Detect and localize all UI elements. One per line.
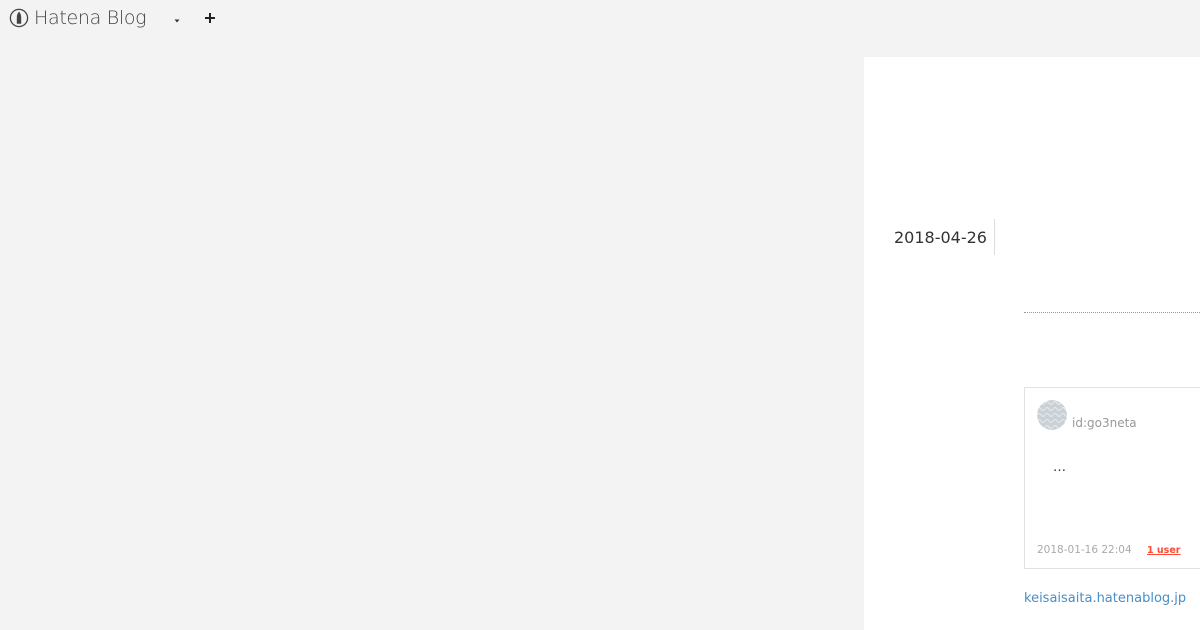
new-post-button[interactable] — [201, 9, 219, 27]
user-id[interactable]: id:go3neta — [1072, 416, 1137, 430]
entry-timestamp: 2018-01-16 22:04 — [1037, 544, 1132, 556]
top-bar: Hatena Blog — [0, 0, 1200, 38]
bookmark-count-link[interactable]: 1 user — [1147, 545, 1180, 556]
section-divider — [1024, 312, 1200, 313]
caret-down-icon — [173, 9, 181, 28]
hatena-blog-logo-icon — [9, 8, 29, 28]
avatar — [1037, 400, 1067, 430]
blog-menu-dropdown-button[interactable] — [170, 10, 184, 26]
plus-icon — [204, 9, 216, 28]
hatena-blog-logo-link[interactable]: Hatena Blog — [9, 7, 147, 29]
logo-text: Hatena Blog — [34, 7, 147, 29]
related-entry-card[interactable]: id:go3neta … 2018-01-16 22:04 1 user — [1024, 387, 1200, 569]
entry-date: 2018-04-26 — [894, 228, 987, 247]
entry-excerpt: … — [1053, 460, 1066, 475]
entry-panel: 2018-04-26 id:go3neta … 2018-01-16 22:04… — [864, 57, 1200, 630]
site-domain-link[interactable]: keisaisaita.hatenablog.jp — [1024, 591, 1186, 606]
date-divider — [994, 219, 995, 255]
